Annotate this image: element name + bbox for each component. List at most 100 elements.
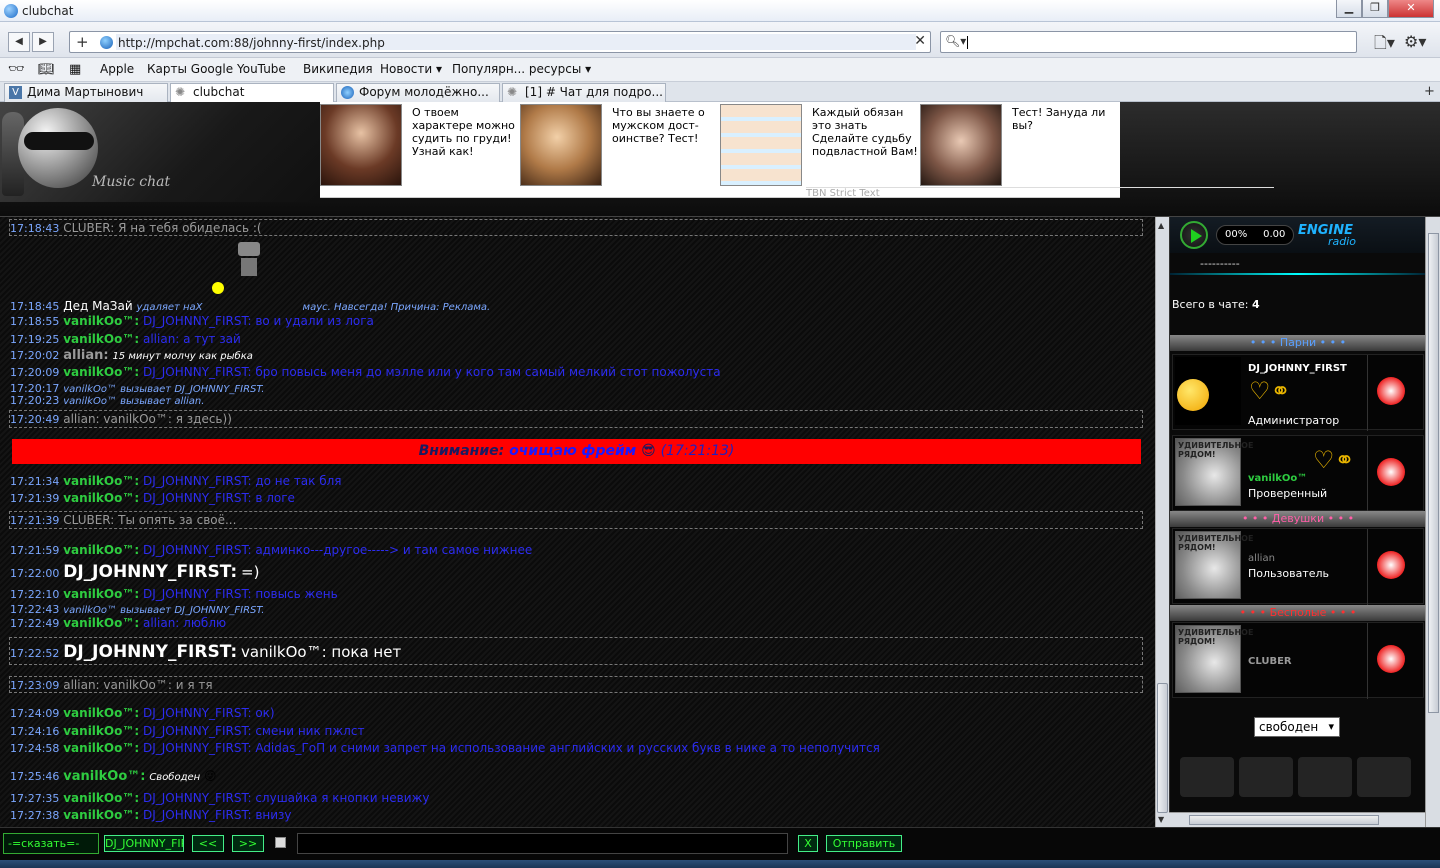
ad-2[interactable]: Что вы знаете о мужском дост-оинстве? Те… <box>520 104 720 188</box>
camera-icon[interactable] <box>1298 757 1352 797</box>
avatar[interactable]: УДИВИТЕЛЬНОЕ РЯДОМ! <box>1175 625 1253 693</box>
new-tab-icon[interactable]: + <box>1424 84 1435 99</box>
user-card[interactable]: УДИВИТЕЛЬНОЕ РЯДОМ! ♡⚭ vanilkOo™ Провере… <box>1172 435 1424 512</box>
ad-photo[interactable] <box>320 104 402 186</box>
tab-dima[interactable]: V Дима Мартынович <box>4 83 168 102</box>
system-alert: Внимание: очищаю фрейм 😎 (17:21:13) <box>12 439 1141 464</box>
clear-input-button[interactable]: X <box>798 835 818 852</box>
bookmarks-bar: 👓︎ 📖︎ ▦ Apple Карты Google YouTube Викип… <box>0 58 1440 82</box>
url-text[interactable]: http://mpchat.com:88/johnny-first/index.… <box>118 36 385 50</box>
back-button[interactable]: ◀ <box>8 32 30 52</box>
track-title: ---------- <box>1200 257 1240 270</box>
scroll-down-icon[interactable]: ▼ <box>1158 815 1164 824</box>
prev-recipient-button[interactable]: << <box>192 835 224 852</box>
vk-share-icon[interactable] <box>1357 757 1411 797</box>
user-card[interactable]: DJ_JOHNNY_FIRST ♡⚭ Администратор <box>1172 354 1424 431</box>
ad-photo[interactable] <box>920 104 1002 186</box>
ad-1[interactable]: О твоем характере можно судить по груди!… <box>320 104 520 188</box>
avatar[interactable]: УДИВИТЕЛЬНОЕ РЯДОМ! <box>1175 438 1253 506</box>
notes-icon[interactable] <box>1180 757 1234 797</box>
page-menu-icon[interactable]: 🗋▾ <box>1374 32 1395 59</box>
opera-logo-icon <box>4 4 18 18</box>
chat-message: 17:22:49 vanilkOo™: allian: люблю <box>10 616 227 630</box>
add-speeddial-icon[interactable]: + <box>76 33 89 51</box>
minimize-button[interactable]: ▁ <box>1336 0 1362 18</box>
username[interactable]: vanilkOo™ <box>1248 473 1307 484</box>
ad-photo[interactable] <box>520 104 602 186</box>
section-boys: • • • Парни • • • <box>1170 335 1426 351</box>
chat-bubbles-icon[interactable] <box>1239 757 1293 797</box>
tab-label: Дима Мартынович <box>27 85 144 99</box>
message-input[interactable] <box>297 833 788 854</box>
sunglasses-icon <box>24 132 94 150</box>
chat-message: 17:18:45 Дед МаЗай удаляет наХ маус. Навс… <box>10 299 491 313</box>
ad-text[interactable]: О твоем характере можно судить по груди!… <box>412 106 518 158</box>
clear-url-icon[interactable]: ✕ <box>914 33 926 49</box>
bookmark-news[interactable]: Новости ▾ <box>380 62 442 76</box>
username[interactable]: DJ_JOHNNY_FIRST <box>1248 363 1347 374</box>
recipient-select[interactable]: DJ_JOHNNY_FIRST <box>104 835 184 852</box>
chat-message: 17:22:00 DJ_JOHNNY_FIRST: =) <box>10 562 260 582</box>
bookmark-youtube[interactable]: YouTube <box>237 62 286 76</box>
username[interactable]: CLUBER <box>1248 656 1292 667</box>
ad-text[interactable]: Что вы знаете о мужском дост-оинстве? Те… <box>612 106 718 145</box>
panel-scrollbar[interactable] <box>1425 217 1440 827</box>
ad-text[interactable]: Тест! Зануда ли вы? <box>1012 106 1118 132</box>
user-panel: 00% 0.00 ENGINE radio ---------- Всего в… <box>1169 217 1426 827</box>
username[interactable]: allian <box>1248 553 1275 564</box>
send-button[interactable]: Отправить <box>826 835 902 852</box>
user-role: Пользователь <box>1248 567 1330 580</box>
globe-icon <box>341 86 354 99</box>
search-box[interactable]: 🔍︎▾ <box>940 31 1357 53</box>
say-mode-select[interactable]: -=сказать=- <box>3 833 99 854</box>
tab-forum[interactable]: Форум молодёжно... <box>336 83 500 102</box>
avatar[interactable]: УДИВИТЕЛЬНОЕ РЯДОМ! <box>1175 531 1253 599</box>
navigation-bar: ◀ ▶ + http://mpchat.com:88/johnny-first/… <box>0 22 1440 58</box>
scroll-thumb[interactable] <box>1157 683 1168 813</box>
ad-3[interactable]: Каждый обязан это знать Сделайте судьбу … <box>720 104 920 188</box>
gear-icon[interactable]: ⚙▾ <box>1404 32 1426 51</box>
status-select[interactable]: свободен <box>1254 717 1340 737</box>
user-card[interactable]: УДИВИТЕЛЬНОЕ РЯДОМ! CLUBER <box>1172 622 1424 699</box>
bookmark-google-maps[interactable]: Карты Google <box>147 62 233 76</box>
private-checkbox[interactable] <box>275 837 286 848</box>
maximize-button[interactable]: ❐ <box>1362 0 1388 18</box>
tab-chat-teens[interactable]: ✺ [1] # Чат для подро... <box>502 83 666 102</box>
bookmark-wikipedia[interactable]: Википедия <box>303 62 373 76</box>
play-icon[interactable] <box>1180 221 1208 249</box>
chat-message: 17:24:16 vanilkOo™: DJ_JOHNNY_FIRST: сме… <box>10 724 365 738</box>
chat-message: 17:21:34 vanilkOo™: DJ_JOHNNY_FIRST: до … <box>10 474 342 488</box>
ad-photo[interactable] <box>720 104 802 186</box>
close-window-button[interactable]: ✕ <box>1388 0 1434 18</box>
private-chat-icon[interactable] <box>1373 454 1413 490</box>
avatar[interactable] <box>1175 357 1241 425</box>
vk-icon: V <box>9 86 22 99</box>
rings-icon: ♡⚭ <box>1313 446 1355 474</box>
chat-log[interactable]: 17:18:43 CLUBER: Я на тебя обиделась :( … <box>0 217 1155 827</box>
ad-banner[interactable]: О твоем характере можно судить по груди!… <box>320 102 1274 199</box>
address-bar[interactable]: + http://mpchat.com:88/johnny-first/inde… <box>69 31 931 53</box>
tab-clubchat[interactable]: ✺ clubchat <box>170 83 334 102</box>
reading-glasses-icon[interactable]: 👓︎ <box>8 62 25 77</box>
tab-label: [1] # Чат для подро... <box>525 85 663 99</box>
apps-grid-icon[interactable]: ▦ <box>69 62 81 77</box>
forward-button[interactable]: ▶ <box>32 32 54 52</box>
chat-message: 17:18:43 CLUBER: Я на тебя обиделась :( <box>10 221 262 235</box>
ad-text[interactable]: Каждый обязан это знать Сделайте судьбу … <box>812 106 918 158</box>
panel-hscrollbar[interactable] <box>1169 812 1425 827</box>
bookmark-popular[interactable]: Популярн... ресурсы ▾ <box>452 62 591 76</box>
user-role: Проверенный <box>1248 487 1328 500</box>
private-chat-icon[interactable] <box>1373 547 1413 583</box>
private-chat-icon[interactable] <box>1373 641 1413 677</box>
bookmarks-book-icon[interactable]: 📖︎ <box>38 62 55 77</box>
bookmark-apple[interactable]: Apple <box>100 62 134 76</box>
private-chat-icon[interactable] <box>1373 373 1413 409</box>
chat-scrollbar[interactable]: ▲ ▼ <box>1155 217 1169 827</box>
user-card[interactable]: УДИВИТЕЛЬНОЕ РЯДОМ! allian Пользователь <box>1172 528 1424 605</box>
next-recipient-button[interactable]: >> <box>232 835 264 852</box>
chat-message: 17:20:23 vanilkOo™ вызывает allian. <box>10 394 205 407</box>
search-icon[interactable]: 🔍︎▾ <box>945 34 966 48</box>
site-logo[interactable]: Music chat <box>0 102 320 202</box>
scroll-up-icon[interactable]: ▲ <box>1158 221 1164 230</box>
ad-4[interactable]: Тест! Зануда ли вы? <box>920 104 1120 188</box>
